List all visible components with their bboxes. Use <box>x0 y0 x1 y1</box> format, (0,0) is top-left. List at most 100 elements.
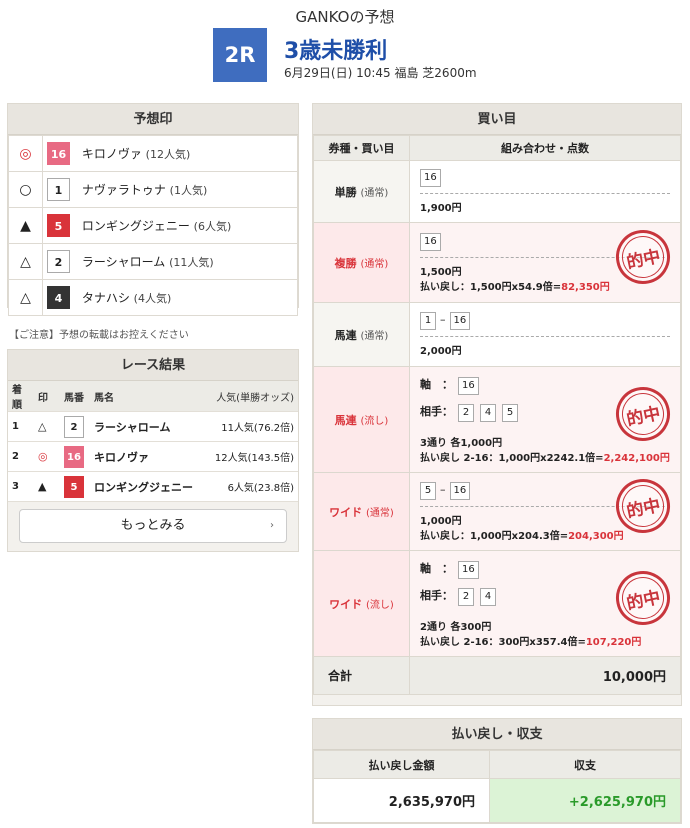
returns-title: 払い戻し・収支 <box>313 719 681 750</box>
horse-popularity: (1人気) <box>169 184 208 197</box>
horse-name[interactable]: ロンギングジェニー <box>82 219 190 233</box>
bets-table: 券種・買い目 組み合わせ・点数 単勝 (通常) 16 1,900円 複勝 (通常)… <box>313 135 681 695</box>
prediction-row: △ 4 タナハシ (4人気) <box>8 279 298 316</box>
bet-row: ワイド (通常) 5–16 1,000円 払い戻し：1,000円x204.3倍=20… <box>313 472 681 551</box>
bet-row: 馬連 (流し) 軸 ： 16 相手： 2 4 5 3通り 各1,000円 払い戻し 2-16：… <box>313 366 681 473</box>
col-combination: 組み合わせ・点数 <box>409 135 681 161</box>
bet-type: ワイド <box>329 505 363 519</box>
circle-icon: ○ <box>19 181 32 198</box>
bet-subtype: (流し) <box>366 599 394 611</box>
result-row: 2 ◎ 16 キロノヴァ 12人気(143.5倍) <box>8 441 298 472</box>
prediction-row: ◎ 16 キロノヴァ (12人気) <box>8 135 298 172</box>
result-pop: 12人気(143.5倍) <box>204 441 298 472</box>
total-label: 合計 <box>313 656 410 695</box>
horse-cell: 2 ラーシャローム (11人気) <box>42 243 298 280</box>
divider <box>420 193 670 194</box>
combo-number: 16 <box>420 169 441 187</box>
col-refund: 払い戻し金額 <box>313 750 490 779</box>
bet-type: 複勝 <box>334 256 357 270</box>
horse-cell: 5 ロンギングジェニー (6人気) <box>42 207 298 244</box>
refund-value: 204,300円 <box>568 530 624 542</box>
mark-cell: ▲ <box>8 207 43 244</box>
axis-label: 軸 ： <box>420 377 453 391</box>
combo-number: 16 <box>449 481 471 500</box>
bet-type: 馬連 <box>334 328 357 342</box>
prediction-panel: 予想印 ◎ 16 キロノヴァ (12人気) ○ 1 ナヴァラトゥナ (1人気) … <box>7 103 299 316</box>
horse-cell: 1 ナヴァラトゥナ (1人気) <box>42 171 298 208</box>
horse-number: 4 <box>47 286 70 309</box>
mark-cell: △ <box>8 243 43 280</box>
result-horse[interactable]: キロノヴァ <box>90 441 205 472</box>
mark-cell: ○ <box>8 171 43 208</box>
horse-name[interactable]: キロノヴァ <box>82 147 142 161</box>
combo-number: 5 <box>420 481 436 500</box>
partner-number: 2 <box>458 403 474 422</box>
results-table: 着順 印 馬番 馬名 人気(単勝オッズ) 1 △ 2 ラーシャローム 11人気(… <box>8 381 298 502</box>
more-button[interactable]: もっとみる › <box>19 509 287 543</box>
horse-cell: 16 キロノヴァ (12人気) <box>42 135 298 172</box>
combo-sep: – <box>440 482 446 496</box>
axis-number: 16 <box>458 560 479 579</box>
col-mark: 印 <box>34 381 60 412</box>
filled-triangle-icon: ▲ <box>20 217 31 234</box>
mark-cell: △ <box>8 279 43 316</box>
returns-table: 払い戻し金額 収支 2,635,970円 +2,625,970円 <box>313 750 681 823</box>
bet-type-cell: 馬連 (通常) <box>313 302 410 367</box>
horse-popularity: (11人気) <box>169 256 214 269</box>
chevron-right-icon: › <box>270 520 274 531</box>
axis-label: 軸 ： <box>420 561 453 575</box>
horse-number: 5 <box>64 475 84 498</box>
combo-number: 1 <box>420 312 436 330</box>
bet-type-cell: ワイド (通常) <box>313 472 410 551</box>
repost-note: 【ご注意】予想の転載はお控えください <box>9 330 189 341</box>
col-number: 馬番 <box>60 381 90 412</box>
horse-number: 1 <box>47 178 70 201</box>
prediction-row: ○ 1 ナヴァラトゥナ (1人気) <box>8 171 298 208</box>
bet-type-cell: 複勝 (通常) <box>313 222 410 303</box>
partner-number: 4 <box>480 403 496 422</box>
bet-type: ワイド <box>329 597 363 611</box>
refund-calc: 払い戻し 2-16：300円x357.4倍= <box>420 636 586 648</box>
partner-number: 5 <box>502 403 518 422</box>
partner-label: 相手： <box>420 404 453 418</box>
prediction-table: ◎ 16 キロノヴァ (12人気) ○ 1 ナヴァラトゥナ (1人気) ▲ 5 … <box>8 135 298 316</box>
result-horse[interactable]: ロンギングジェニー <box>90 471 205 502</box>
horse-number: 2 <box>47 250 70 273</box>
horse-name[interactable]: タナハシ <box>82 291 130 305</box>
combo-line: 16 <box>420 169 670 187</box>
returns-panel: 払い戻し・収支 払い戻し金額 収支 2,635,970円 +2,625,970円 <box>312 718 682 824</box>
horse-name[interactable]: ラーシャローム <box>82 255 165 269</box>
prediction-row: ▲ 5 ロンギングジェニー (6人気) <box>8 207 298 244</box>
refund-calc: 払い戻し：1,000円x204.3倍= <box>420 530 569 542</box>
result-row: 1 △ 2 ラーシャローム 11人気(76.2倍) <box>8 411 298 442</box>
profit-amount: +2,625,970円 <box>489 778 681 823</box>
bet-row: 馬連 (通常) 1–16 2,000円 <box>313 302 681 367</box>
prediction-title: 予想印 <box>8 104 298 135</box>
mark-cell: ◎ <box>8 135 43 172</box>
combo-line: 1–16 <box>420 312 670 330</box>
bet-detail-cell: 16 1,500円 払い戻し：1,500円x54.9倍=82,350円 的中 <box>409 222 681 303</box>
bet-type-cell: 馬連 (流し) <box>313 366 410 473</box>
partner-label: 相手： <box>420 588 453 602</box>
more-label: もっとみる <box>120 518 186 533</box>
bet-subtype: (流し) <box>360 415 389 427</box>
combo-sep: – <box>440 313 446 326</box>
prediction-row: △ 2 ラーシャローム (11人気) <box>8 243 298 280</box>
horse-name[interactable]: ナヴァラトゥナ <box>82 183 166 197</box>
col-pop: 人気(単勝オッズ) <box>204 381 298 412</box>
bet-type: 馬連 <box>334 413 357 427</box>
partner-number: 2 <box>458 587 474 606</box>
result-number-cell: 16 <box>60 441 90 472</box>
result-pop: 11人気(76.2倍) <box>204 411 298 442</box>
total-value: 10,000円 <box>409 656 681 695</box>
results-panel: レース結果 着順 印 馬番 馬名 人気(単勝オッズ) 1 △ 2 ラーシャローム… <box>7 349 299 552</box>
horse-popularity: (6人気) <box>193 220 232 233</box>
refund-value: 107,220円 <box>585 636 642 648</box>
result-horse[interactable]: ラーシャローム <box>90 411 205 442</box>
bet-subtype: (通常) <box>360 187 389 199</box>
triangle-icon: △ <box>34 411 60 442</box>
result-rank: 2 <box>8 441 34 472</box>
combo-number: 16 <box>420 232 441 251</box>
refund-calc: 払い戻し 2-16：1,000円x2242.1倍= <box>420 452 604 464</box>
col-bet-type: 券種・買い目 <box>313 135 410 161</box>
